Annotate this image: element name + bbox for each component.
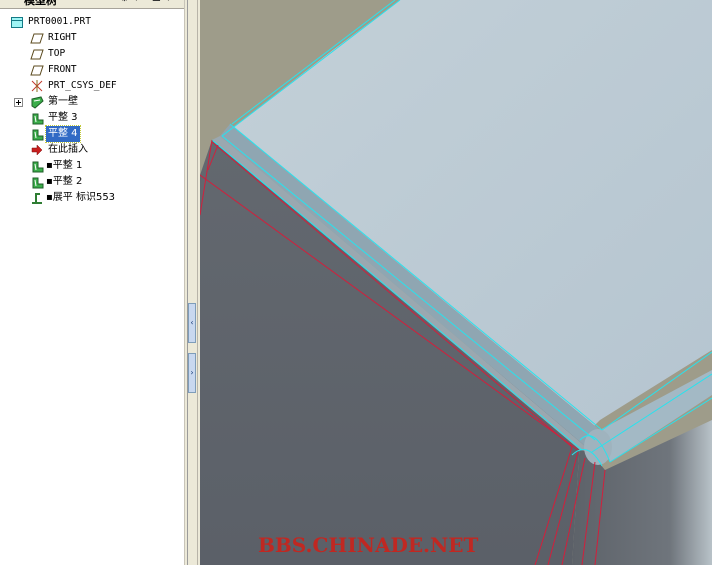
tree-expand-toggle[interactable] bbox=[14, 98, 23, 107]
watermark-text: BBS.CHINADE.NET bbox=[258, 533, 479, 557]
show-list-icon: ☰ bbox=[152, 0, 161, 4]
chevron-down-icon: ▾ bbox=[166, 0, 170, 4]
tree-item-csys[interactable]: PRT_CSYS_DEF bbox=[28, 78, 178, 94]
tree-item-label: FRONT bbox=[48, 64, 77, 75]
part-icon bbox=[11, 17, 23, 28]
tree-item-label: ▪平整 1 bbox=[46, 160, 83, 171]
tree-item-label: ▪平整 2 bbox=[46, 176, 83, 187]
model-tree-title: 模型树 bbox=[24, 0, 57, 7]
tree-item-label: TOP bbox=[48, 48, 66, 59]
tree-item-label: PRT_CSYS_DEF bbox=[48, 80, 117, 91]
datum-plane-icon bbox=[30, 65, 44, 76]
model-3d-view bbox=[200, 0, 712, 565]
collapse-panel-button[interactable]: ‹ bbox=[188, 303, 196, 343]
coordinate-system-icon bbox=[31, 80, 43, 92]
tree-item-label: 在此插入 bbox=[48, 144, 88, 155]
splitter-line bbox=[187, 0, 188, 565]
tree-item-label: ▪展平 标识553 bbox=[46, 192, 116, 203]
flat-wall-icon bbox=[32, 177, 44, 189]
tree-show-button[interactable]: ☰ ▾ bbox=[150, 0, 172, 5]
expand-panel-button[interactable]: › bbox=[188, 353, 196, 393]
tree-item-label: PRT0001.PRT bbox=[28, 16, 91, 27]
tree-item-first-wall[interactable]: 第一壁 bbox=[28, 94, 178, 110]
tree-item-label: RIGHT bbox=[48, 32, 77, 43]
tree-item-flat-1[interactable]: ▪平整 1 bbox=[28, 158, 178, 174]
splitter-line bbox=[197, 0, 198, 565]
tree-item-right[interactable]: RIGHT bbox=[28, 30, 178, 46]
panel-splitter[interactable]: ‹ › bbox=[184, 0, 200, 565]
unbend-icon bbox=[32, 193, 42, 204]
insert-here-arrow-icon bbox=[31, 144, 43, 156]
datum-plane-icon bbox=[30, 49, 44, 60]
tree-item-top[interactable]: TOP bbox=[28, 46, 178, 62]
flat-wall-icon bbox=[32, 129, 44, 141]
flat-wall-icon bbox=[32, 161, 44, 173]
graphics-viewport[interactable]: BBS.CHINADE.NET bbox=[200, 0, 712, 565]
datum-plane-icon bbox=[30, 33, 44, 44]
tree-item-flat-4[interactable]: 平整 4 bbox=[28, 125, 178, 143]
settings-icon: ⚙ bbox=[120, 0, 129, 4]
sheetmetal-wall-icon bbox=[31, 96, 44, 109]
tree-item-flat-3[interactable]: 平整 3 bbox=[28, 110, 178, 126]
tree-item-label: 第一壁 bbox=[48, 96, 78, 107]
tree-item-root[interactable]: PRT0001.PRT bbox=[8, 14, 178, 30]
tree-item-insert-here[interactable]: 在此插入 bbox=[28, 142, 178, 158]
tree-item-label: 平整 4 bbox=[45, 125, 81, 143]
model-tree-header: 模型树 ⚙ ▾ ☰ ▾ bbox=[0, 0, 184, 9]
flat-wall-icon bbox=[32, 113, 44, 125]
chevron-right-icon: › bbox=[190, 368, 194, 377]
tree-item-unbend[interactable]: ▪展平 标识553 bbox=[28, 190, 178, 206]
tree-settings-button[interactable]: ⚙ ▾ bbox=[118, 0, 140, 5]
model-tree-panel: 模型树 ⚙ ▾ ☰ ▾ PRT0001.PRT RIGHT TOP bbox=[0, 0, 184, 565]
tree-item-flat-2[interactable]: ▪平整 2 bbox=[28, 174, 178, 190]
chevron-down-icon: ▾ bbox=[134, 0, 138, 4]
tree-item-label: 平整 3 bbox=[48, 112, 78, 123]
chevron-left-icon: ‹ bbox=[190, 318, 194, 327]
tree-item-front[interactable]: FRONT bbox=[28, 62, 178, 78]
